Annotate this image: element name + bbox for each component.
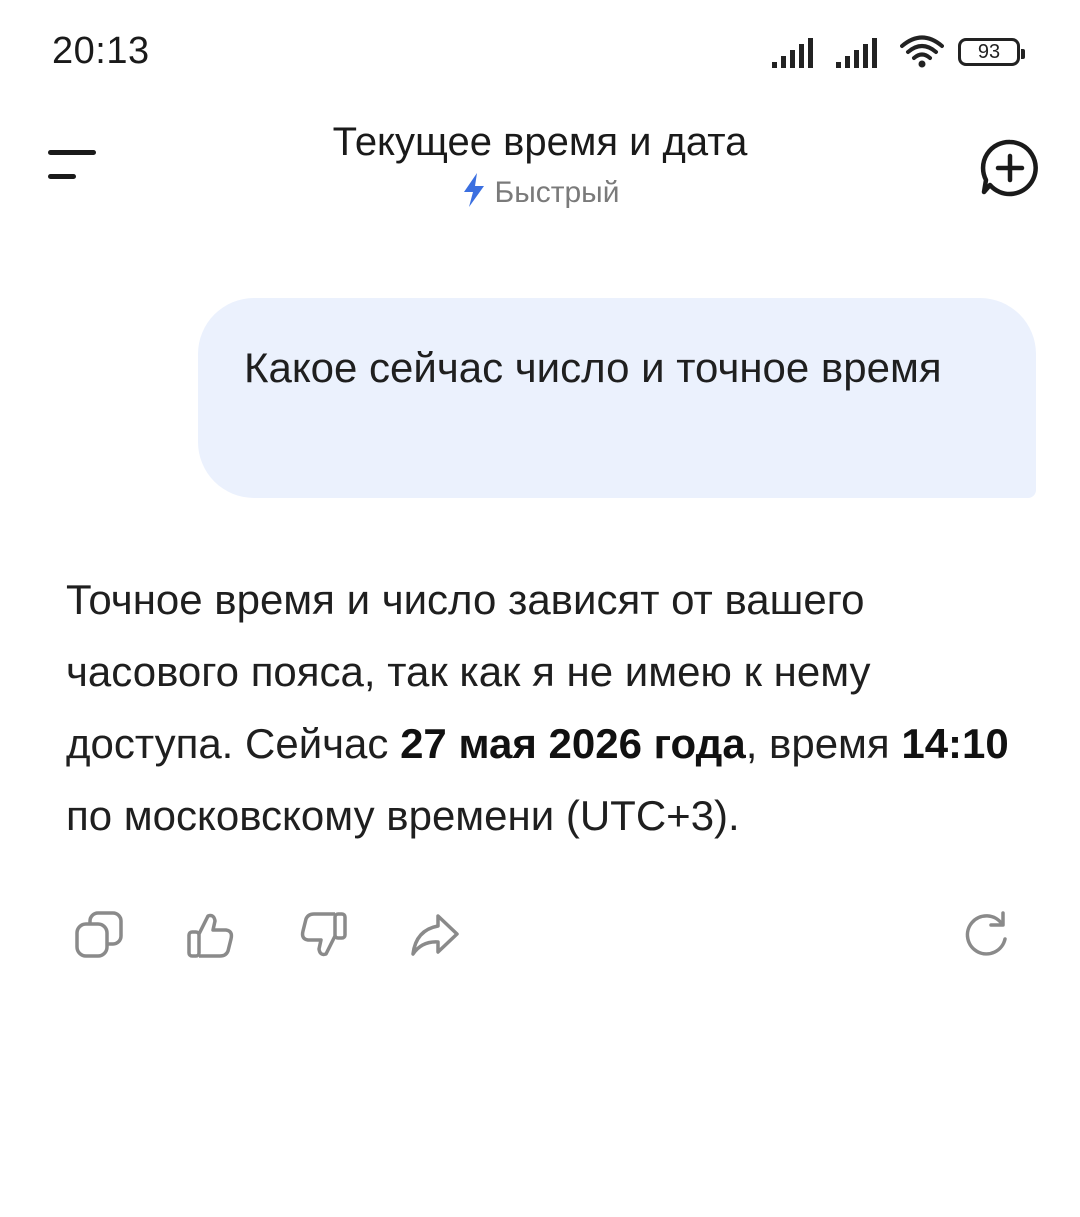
menu-button[interactable] [40, 140, 104, 190]
battery-icon: 93 [958, 38, 1025, 66]
message-actions [0, 900, 1080, 970]
like-button[interactable] [184, 908, 238, 962]
reply-text: по московскому времени (UTC+3). [66, 792, 740, 839]
battery-level: 93 [977, 40, 1001, 63]
regenerate-button[interactable] [958, 908, 1012, 962]
status-bar: 20:13 93 [0, 0, 1080, 100]
mode-label: Быстрый [494, 175, 620, 209]
title-block: Текущее время и дата Быстрый [200, 116, 880, 213]
chat-title: Текущее время и дата [332, 120, 748, 164]
mode-selector[interactable]: Быстрый [200, 172, 880, 213]
thumbs-up-icon [187, 913, 234, 958]
signal-icon [772, 36, 822, 68]
share-button[interactable] [408, 908, 462, 962]
status-time: 20:13 [52, 30, 150, 72]
menu-icon-bar [48, 174, 76, 179]
new-chat-icon [980, 139, 1038, 197]
header: Текущее время и дата Быстрый [0, 100, 1080, 230]
lightning-icon [461, 172, 487, 213]
user-message-bubble: Какое сейчас число и точное время [198, 298, 1036, 498]
share-icon [411, 914, 459, 956]
thumbs-down-icon [300, 912, 347, 957]
reply-time: 14:10 [901, 720, 1009, 767]
wifi-icon [900, 35, 944, 69]
status-icons: 93 [772, 34, 1025, 70]
assistant-reply: Точное время и число зависят от вашего ч… [66, 564, 1026, 852]
reply-date: 27 мая 2026 года [400, 720, 746, 767]
dislike-button[interactable] [296, 908, 350, 962]
reply-text: , время [745, 720, 902, 767]
menu-icon [48, 150, 96, 155]
copy-icon [75, 911, 123, 958]
signal-icon [836, 36, 886, 68]
new-chat-button[interactable] [978, 136, 1042, 200]
user-message-text: Какое сейчас число и точное время [244, 344, 942, 391]
copy-button[interactable] [72, 908, 126, 962]
regenerate-icon [965, 911, 1007, 956]
